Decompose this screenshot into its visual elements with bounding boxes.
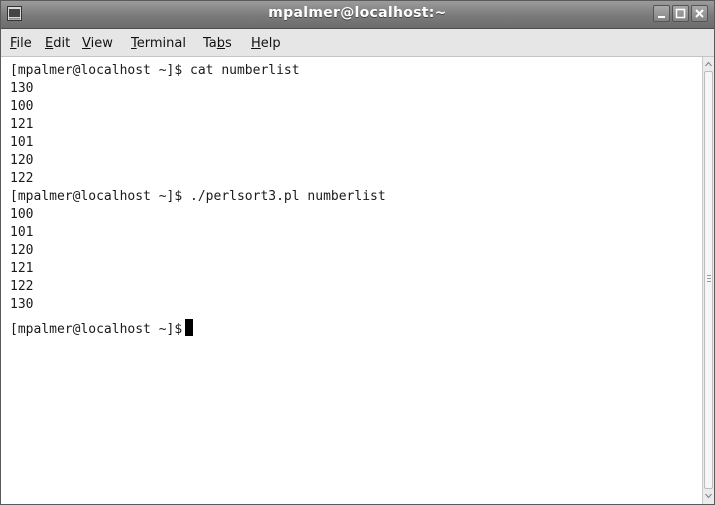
scroll-down-arrow-icon[interactable] <box>704 490 713 501</box>
terminal-line: 122 <box>10 279 34 294</box>
terminal-line: 101 <box>10 135 34 150</box>
terminal-line: 120 <box>10 153 34 168</box>
terminal-window: mpalmer@localhost:~ File Edit View Termi… <box>0 0 715 505</box>
grip-line <box>707 281 711 282</box>
terminal-prompt-line: [mpalmer@localhost ~]$ <box>10 319 194 338</box>
terminal-line: 100 <box>10 207 34 222</box>
window-title: mpalmer@localhost:~ <box>268 5 447 21</box>
terminal-line: [mpalmer@localhost ~]$ cat numberlist <box>10 63 300 78</box>
terminal-line: 101 <box>10 225 34 240</box>
terminal-output[interactable]: [mpalmer@localhost ~]$ cat numberlist 13… <box>1 57 702 504</box>
close-button[interactable] <box>691 5 708 22</box>
scroll-up-arrow-icon[interactable] <box>704 59 713 70</box>
terminal-line: 121 <box>10 117 34 132</box>
close-icon <box>695 9 704 18</box>
terminal-line: [mpalmer@localhost ~]$ ./perlsort3.pl nu… <box>10 189 386 204</box>
maximize-button[interactable] <box>672 5 689 22</box>
grip-line <box>707 278 711 279</box>
grip-line <box>707 275 711 276</box>
terminal-line: 122 <box>10 171 34 186</box>
menu-view[interactable]: View <box>82 36 113 51</box>
menu-edit[interactable]: Edit <box>45 36 70 51</box>
minimize-button[interactable] <box>653 5 670 22</box>
terminal-line: 100 <box>10 99 34 114</box>
menu-bar: File Edit View Terminal Tabs Help <box>1 29 714 57</box>
maximize-icon <box>675 8 686 19</box>
prompt-text: [mpalmer@localhost ~]$ <box>10 322 183 337</box>
menu-help[interactable]: Help <box>251 36 281 51</box>
terminal-line: 121 <box>10 261 34 276</box>
vertical-scrollbar[interactable] <box>702 57 714 504</box>
menu-tabs[interactable]: Tabs <box>203 36 232 51</box>
scrollbar-thumb[interactable] <box>704 71 713 489</box>
terminal-line: 130 <box>10 297 34 312</box>
menu-terminal[interactable]: Terminal <box>131 36 186 51</box>
text-cursor <box>185 319 194 336</box>
terminal-line: 120 <box>10 243 34 258</box>
menu-file[interactable]: File <box>10 36 32 51</box>
title-bar[interactable]: mpalmer@localhost:~ <box>1 1 714 29</box>
minimize-icon <box>658 16 665 18</box>
terminal-line: 130 <box>10 81 34 96</box>
